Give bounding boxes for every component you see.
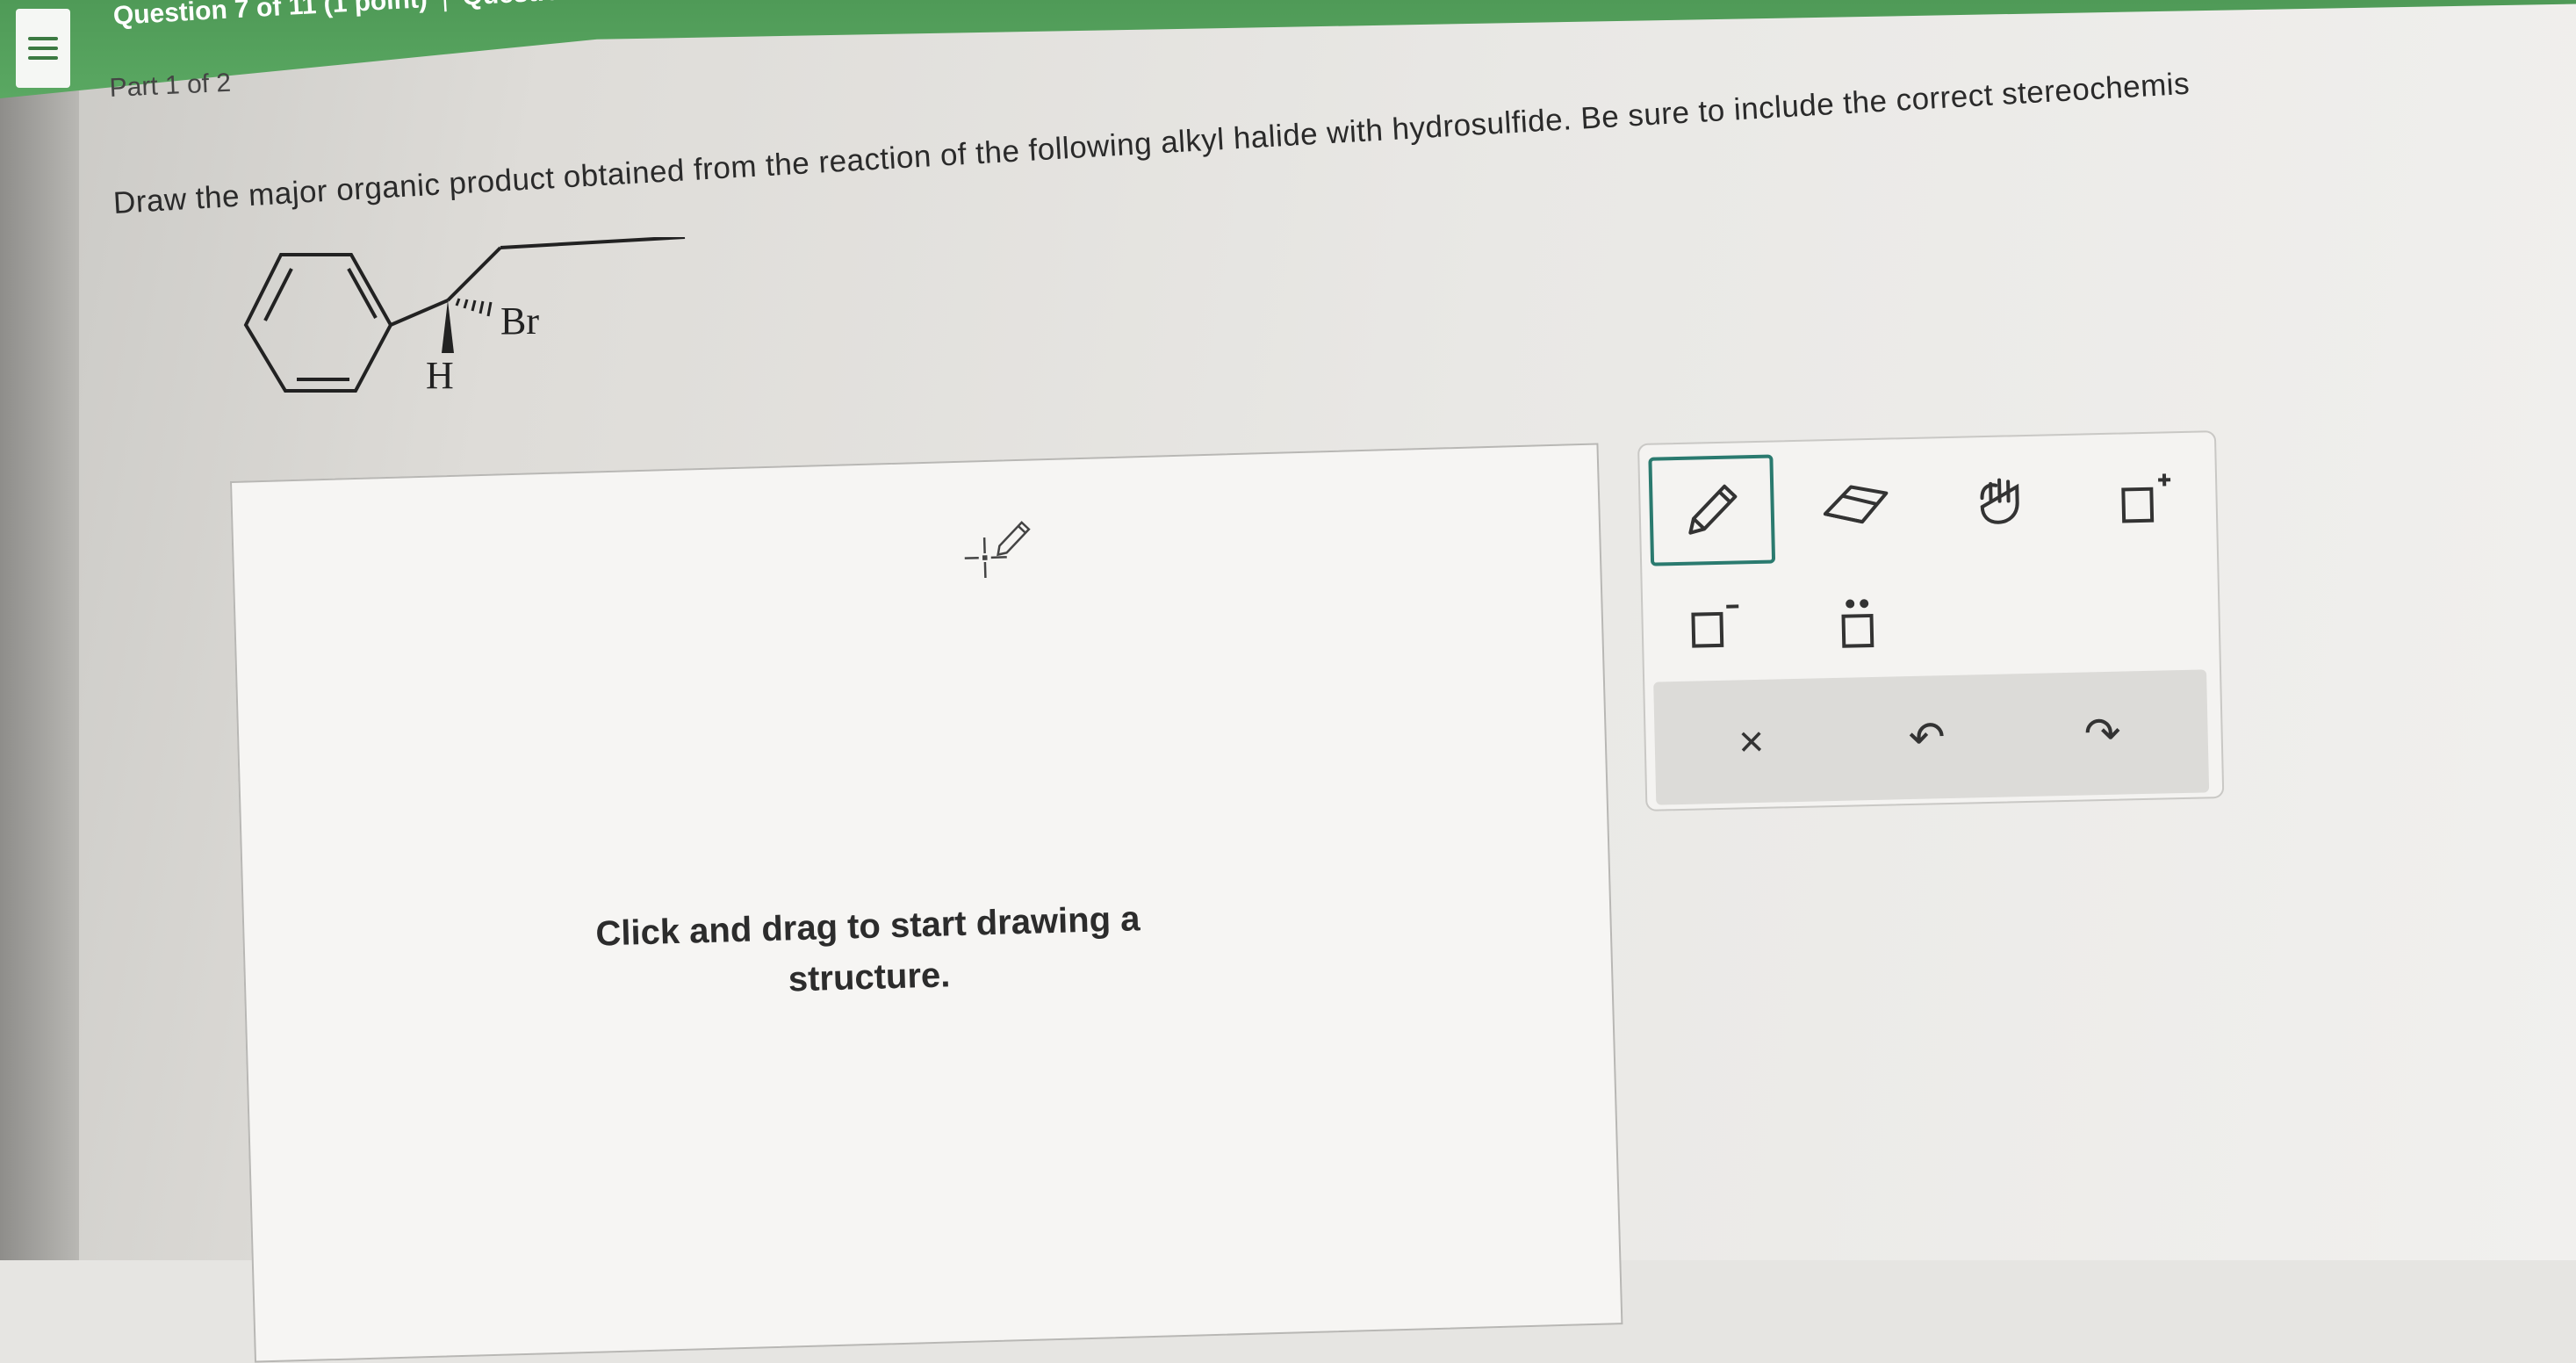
eraser-icon (1816, 473, 1896, 537)
negative-charge-tool-button[interactable] (1651, 570, 1776, 678)
lone-pair-tool-button[interactable] (1795, 566, 1921, 674)
hamburger-icon (28, 31, 58, 66)
lone-pair-icon (1827, 589, 1890, 653)
bromine-atom: Br (500, 299, 539, 343)
pencil-tool-button[interactable] (1648, 455, 1775, 566)
positive-charge-tool-button[interactable] (2083, 444, 2208, 552)
negative-charge-icon (1682, 592, 1745, 655)
benzene-ring (246, 255, 391, 391)
pencil-icon (1677, 475, 1747, 545)
clear-button[interactable]: × (1688, 679, 1814, 804)
crosshair-pencil-icon (944, 511, 1043, 610)
hand-icon (1969, 471, 2033, 534)
hashed-wedge-bond (457, 299, 491, 316)
positive-charge-icon (2114, 467, 2177, 530)
drawing-canvas[interactable]: Click and drag to start drawing a struct… (230, 443, 1623, 1362)
redo-button[interactable]: ↷ (2040, 670, 2165, 796)
hydrogen-atom: H (426, 354, 454, 397)
undo-button[interactable]: ↶ (1864, 674, 1990, 800)
close-icon: × (1738, 716, 1765, 768)
redo-icon: ↷ (2083, 708, 2121, 760)
eraser-tool-button[interactable] (1793, 451, 1918, 559)
canvas-hint: Click and drag to start drawing a struct… (551, 892, 1186, 1012)
left-edge (0, 0, 79, 1260)
action-bar: × ↶ ↷ (1653, 669, 2209, 804)
hand-tool-button[interactable] (1938, 448, 2063, 556)
undo-icon: ↶ (1908, 711, 1946, 763)
alkyl-halide-structure: Br H (237, 237, 729, 501)
part-label: Part 1 of 2 (109, 69, 232, 104)
header-separator: | (441, 0, 450, 12)
drawing-toolbar: × ↶ ↷ (1637, 430, 2224, 811)
solid-wedge-bond (442, 300, 454, 353)
menu-button[interactable] (16, 9, 70, 88)
